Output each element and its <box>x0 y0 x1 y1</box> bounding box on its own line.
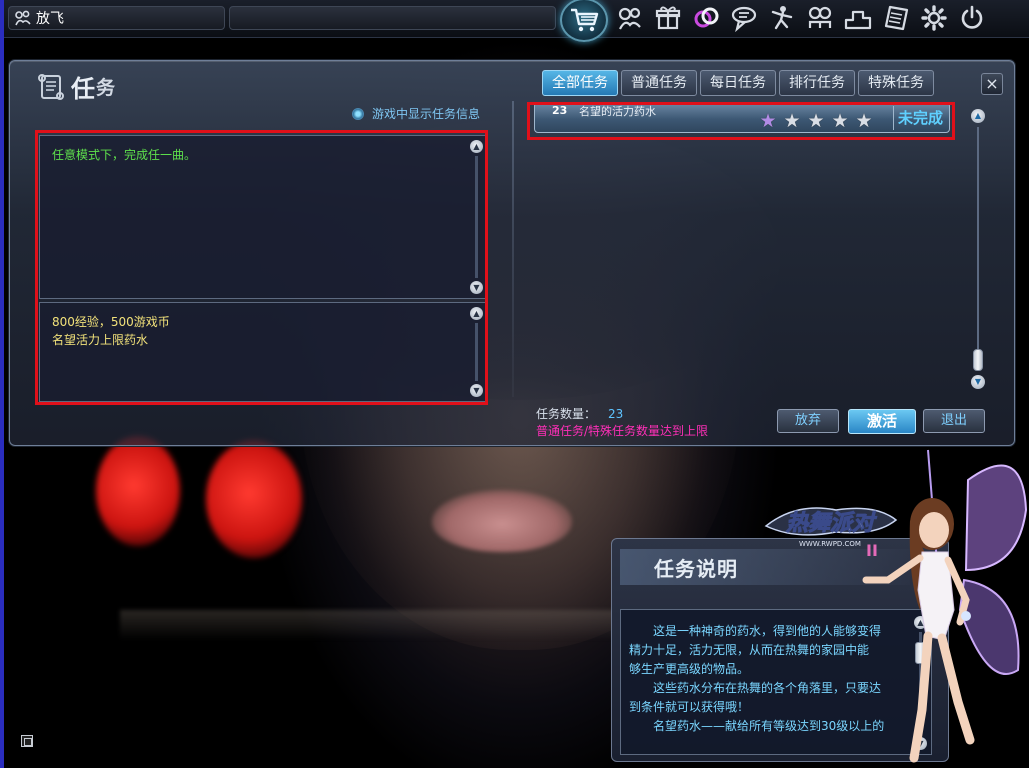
chat-button[interactable] <box>728 2 759 34</box>
activate-button[interactable]: 激活 <box>848 409 916 434</box>
exit-button[interactable]: 退出 <box>923 409 985 433</box>
player-name: 放飞 <box>36 11 64 27</box>
couple-ring-icon <box>694 7 718 28</box>
task-count-label: 任务数量： <box>536 407 597 421</box>
window-restore-icon[interactable] <box>21 735 33 747</box>
pets-button[interactable] <box>614 2 645 34</box>
scroll-up-icon[interactable]: ▲ <box>971 109 985 123</box>
top-icon-toolbar <box>614 2 987 34</box>
fairy-mascot <box>862 449 1028 763</box>
task-limit-warning: 普通任务/特殊任务数量达到上限 <box>536 424 709 438</box>
tab-normal-tasks[interactable]: 普通任务 <box>621 70 697 96</box>
show-task-info-toggle[interactable]: 游戏中显示任务信息 <box>352 105 480 122</box>
tab-ranking-tasks[interactable]: 排行任务 <box>779 70 855 96</box>
settings-button[interactable] <box>918 2 949 34</box>
pets-icon <box>618 7 641 30</box>
window-title-main: 任 <box>71 75 96 103</box>
popup-title: 任务说明 <box>654 557 738 581</box>
show-task-info-label: 游戏中显示任务信息 <box>372 107 481 121</box>
chat-icon <box>731 6 756 32</box>
lips-image <box>432 490 572 552</box>
couple-button[interactable] <box>690 2 721 34</box>
power-button[interactable] <box>956 2 987 34</box>
task-tabs: 全部任务 普通任务 每日任务 排行任务 特殊任务 <box>542 70 934 96</box>
red-light-left <box>96 436 180 546</box>
scroll-track[interactable] <box>977 127 979 371</box>
task-count-value: 23 <box>608 407 624 421</box>
close-button[interactable]: × <box>981 73 1003 95</box>
player-name-field[interactable]: 放飞 <box>8 6 225 30</box>
gift-box-icon <box>655 6 680 30</box>
window-title-sub: 务 <box>96 77 116 99</box>
power-icon <box>961 5 982 29</box>
task-list-scrollbar[interactable]: ▲ ▼ <box>971 109 985 389</box>
settings-gear-icon <box>920 5 947 31</box>
abandon-button[interactable]: 放弃 <box>777 409 839 433</box>
scroll-icon <box>38 73 64 100</box>
ranking-icon <box>844 10 871 30</box>
tab-daily-tasks[interactable]: 每日任务 <box>700 70 776 96</box>
window-title: 任 务 <box>36 69 115 104</box>
panel-divider <box>512 101 514 397</box>
task-count: 任务数量： 23 <box>536 405 623 422</box>
floor-reflection <box>120 610 630 640</box>
chat-input-field[interactable] <box>229 6 556 30</box>
gift-button[interactable] <box>652 2 683 34</box>
friends-icon <box>808 6 831 28</box>
top-bar: 放飞 <box>4 0 1029 42</box>
scroll-down-icon[interactable]: ▼ <box>971 375 985 389</box>
shop-cart-icon <box>571 8 599 32</box>
dance-button[interactable] <box>766 2 797 34</box>
pets-icon <box>14 10 34 26</box>
notes-icon <box>884 5 908 31</box>
ranking-button[interactable] <box>842 2 873 34</box>
friends-button[interactable] <box>804 2 835 34</box>
tab-all-tasks[interactable]: 全部任务 <box>542 70 618 96</box>
highlight-box-task-details <box>35 130 488 405</box>
window-edge <box>0 0 4 768</box>
highlight-box-task-row <box>527 102 955 140</box>
notes-button[interactable] <box>880 2 911 34</box>
tab-special-tasks[interactable]: 特殊任务 <box>858 70 934 96</box>
shop-cart-button[interactable] <box>560 0 608 42</box>
scroll-thumb[interactable] <box>973 349 983 371</box>
radio-icon[interactable] <box>352 107 364 120</box>
dance-icon <box>771 6 792 30</box>
red-light-right <box>206 440 302 558</box>
